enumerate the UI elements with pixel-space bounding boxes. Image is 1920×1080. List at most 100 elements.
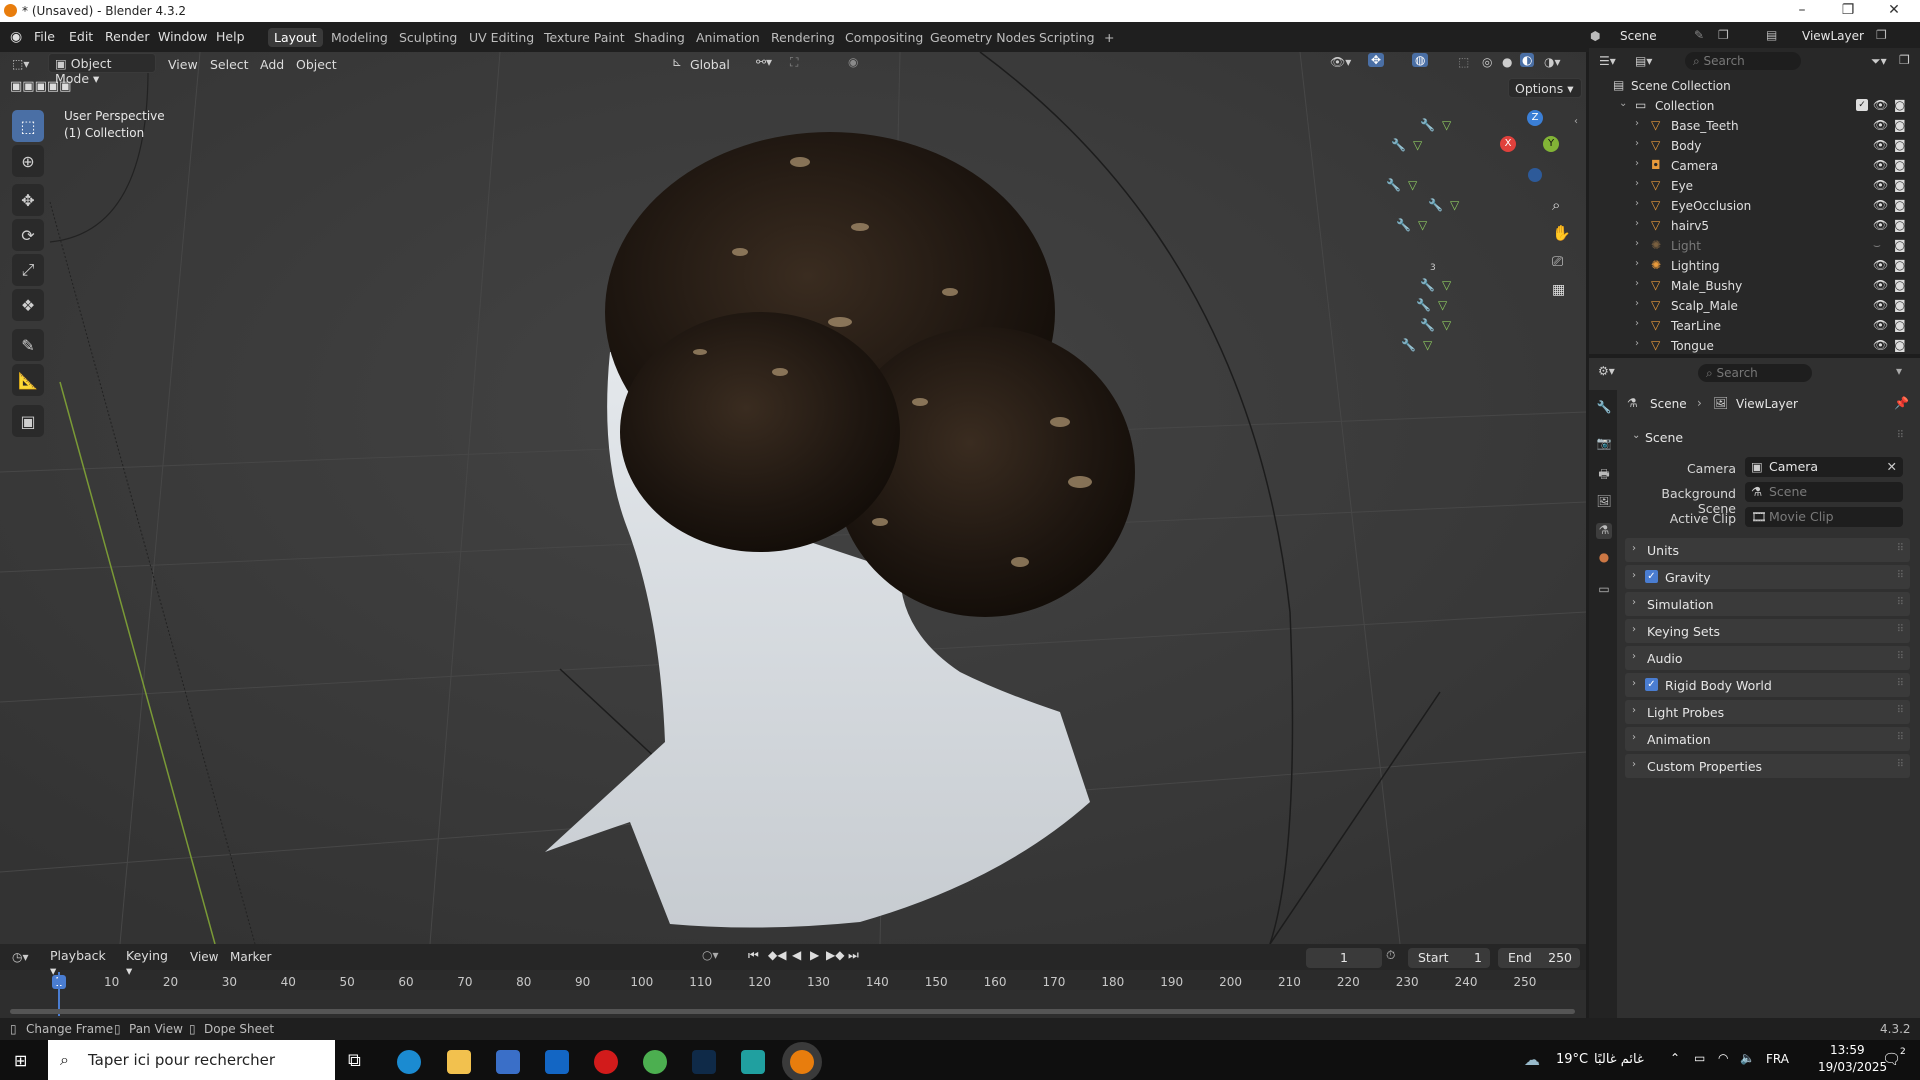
new-scene-icon[interactable]: ❐ <box>1718 28 1729 42</box>
eye-icon[interactable]: 👁 <box>1873 118 1888 132</box>
start-frame-field[interactable]: Start 1 <box>1408 948 1490 968</box>
minimize-button[interactable]: – <box>1780 2 1824 18</box>
tab-geometry-nodes[interactable]: Geometry Nodes <box>924 28 1041 47</box>
camera-render-icon[interactable]: ◙ <box>1894 318 1906 332</box>
modifier-wrench-icon[interactable]: 🔧 <box>1420 278 1435 292</box>
properties-panel-units[interactable]: › Units ⠿ <box>1625 538 1910 562</box>
tab-compositing[interactable]: Compositing <box>839 28 929 47</box>
pin-properties-icon[interactable]: 📌 <box>1894 396 1909 410</box>
move-tool[interactable]: ✥ <box>12 184 44 216</box>
opera-icon[interactable] <box>594 1050 618 1074</box>
photoshop-icon[interactable] <box>692 1050 716 1074</box>
outliner-item-name[interactable]: Scalp_Male <box>1671 299 1738 313</box>
outliner-item[interactable]: › ▽ Male_Bushy 🔧 ▽ 👁 ◙ <box>1420 276 1920 296</box>
tray-device-icon[interactable]: ▭ <box>1694 1051 1705 1065</box>
outliner-item-name[interactable]: Body <box>1671 139 1701 153</box>
add-workspace-button[interactable]: + <box>1098 28 1120 47</box>
scale-tool[interactable]: ⤢ <box>12 254 44 286</box>
camera-render-icon[interactable]: ◙ <box>1894 158 1906 172</box>
maximize-button[interactable]: ❐ <box>1826 2 1870 18</box>
edge-icon[interactable] <box>397 1050 421 1074</box>
camera-render-icon[interactable]: ◙ <box>1894 298 1906 312</box>
eye-icon[interactable]: 👁 <box>1873 218 1888 232</box>
clear-camera-icon[interactable]: ✕ <box>1887 459 1897 474</box>
menu-add[interactable]: Add <box>260 57 284 72</box>
outliner-item-name[interactable]: hairv5 <box>1671 219 1709 233</box>
properties-panel-audio[interactable]: › Audio ⠿ <box>1625 646 1910 670</box>
eye-icon[interactable]: 👁 <box>1873 178 1888 192</box>
mode-dropdown[interactable]: ▣ Object Mode ▾ <box>48 53 156 86</box>
eye-icon[interactable]: 👁 <box>1873 258 1888 272</box>
drag-handle-icon[interactable]: ⠿ <box>1897 759 1904 770</box>
display-mode-icon[interactable]: ▤▾ <box>1635 54 1652 68</box>
modifier-wrench-icon[interactable]: 🔧 <box>1386 178 1401 192</box>
blender-logo-icon[interactable]: ◉ <box>10 29 22 45</box>
camera-render-icon[interactable]: ◙ <box>1894 178 1906 192</box>
tab-uv-editing[interactable]: UV Editing <box>463 28 540 47</box>
modifier-wrench-icon[interactable]: 🔧 <box>1416 298 1431 312</box>
zoom-icon[interactable]: ⌕ <box>1552 196 1560 214</box>
drag-handle-icon[interactable]: ⠿ <box>1897 624 1904 635</box>
expand-arrow-icon[interactable]: › <box>1635 298 1639 309</box>
menu-select[interactable]: Select <box>210 57 249 72</box>
store-icon[interactable] <box>496 1050 520 1074</box>
tab-animation[interactable]: Animation <box>690 28 766 47</box>
outliner-item-name[interactable]: Lighting <box>1671 259 1720 273</box>
menu-help[interactable]: Help <box>216 29 245 44</box>
clock-date[interactable]: 19/03/2025 <box>1818 1060 1887 1074</box>
scene-selector[interactable]: Scene <box>1620 29 1657 43</box>
menu-window[interactable]: Window <box>158 29 207 44</box>
outliner-search-input[interactable]: ⌕ Search <box>1685 52 1801 70</box>
file-explorer-icon[interactable] <box>447 1050 471 1074</box>
eye-icon[interactable]: 👁 <box>1873 158 1888 172</box>
outliner-item-name[interactable]: Male_Bushy <box>1671 279 1742 293</box>
output-tab-icon[interactable]: 🖶 <box>1596 465 1612 481</box>
menu-object[interactable]: Object <box>296 57 337 72</box>
eye-icon[interactable]: 👁 <box>1873 138 1888 152</box>
properties-panel-gravity[interactable]: › ✓ Gravity ⠿ <box>1625 565 1910 589</box>
shading-wireframe-icon[interactable]: ◎ <box>1482 55 1492 69</box>
drag-handle-icon[interactable]: ⠿ <box>1897 570 1904 581</box>
chevron-right-icon[interactable]: › <box>1632 597 1636 608</box>
drag-handle-icon[interactable]: ⠿ <box>1897 705 1904 716</box>
eye-icon[interactable]: 👁 <box>1873 198 1888 212</box>
pivot-icon[interactable]: ⚯▾ <box>756 55 772 69</box>
camera-render-icon[interactable]: ◙ <box>1894 138 1906 152</box>
shading-rendered-icon[interactable]: ◑▾ <box>1544 55 1561 69</box>
properties-search-input[interactable]: ⌕ Search <box>1698 364 1812 382</box>
expand-arrow-icon[interactable]: › <box>1635 218 1639 229</box>
pin-icon[interactable]: ✎ <box>1694 28 1704 42</box>
timeline-view-menu[interactable]: View <box>190 950 218 964</box>
weather-text[interactable]: غائم غالبًا <box>1594 1052 1644 1067</box>
expand-arrow-icon[interactable]: › <box>1635 198 1639 209</box>
gizmo-toggle-icon[interactable]: ✥ <box>1368 53 1385 67</box>
jump-end-icon[interactable]: ⏭ <box>848 948 859 963</box>
modifier-wrench-icon[interactable]: 🔧 <box>1428 198 1443 212</box>
drag-handle-icon[interactable]: ⠿ <box>1897 597 1904 608</box>
proportional-edit-icon[interactable]: ◉ <box>848 55 858 69</box>
chevron-right-icon[interactable]: › <box>1632 543 1636 554</box>
pan-hand-icon[interactable]: ✋ <box>1552 224 1571 242</box>
expand-arrow-icon[interactable]: › <box>1635 118 1639 129</box>
taskbar-search-input[interactable]: ⌕ Taper ici pour rechercher <box>48 1040 335 1080</box>
data-mesh-icon[interactable]: ▽ <box>1450 198 1459 212</box>
tool-tab-icon[interactable]: 🔧 <box>1596 400 1612 416</box>
scene-collection-row[interactable]: ▤ Scene Collection <box>1589 76 1920 96</box>
close-button[interactable]: ✕ <box>1872 2 1916 18</box>
outliner-item[interactable]: › ✺ Lighting 3 👁 ◙ <box>1430 256 1920 276</box>
expand-arrow-icon[interactable]: › <box>1635 238 1639 249</box>
blender-taskbar-icon[interactable] <box>790 1050 814 1074</box>
viewlayer-tab-icon[interactable]: 🖼 <box>1596 494 1612 510</box>
metahuman-icon[interactable] <box>741 1050 765 1074</box>
scene-tab-icon[interactable]: ⚗ <box>1596 523 1612 539</box>
camera-render-icon[interactable]: ◙ <box>1894 118 1906 132</box>
properties-panel-rigid-body-world[interactable]: › ✓ Rigid Body World ⠿ <box>1625 673 1910 697</box>
eye-icon[interactable]: 👁 <box>1873 318 1888 332</box>
select-box-tool[interactable]: ⬚ <box>12 110 44 142</box>
chevron-right-icon[interactable]: › <box>1632 732 1636 743</box>
options-dropdown[interactable]: Options ▾ <box>1508 78 1582 98</box>
timeline-scrollbar[interactable] <box>10 1009 1575 1014</box>
collection-checkbox[interactable]: ✓ <box>1856 99 1868 111</box>
camera-render-icon[interactable]: ◙ <box>1894 98 1906 112</box>
keying-menu[interactable]: Keying ▾ <box>120 946 182 978</box>
